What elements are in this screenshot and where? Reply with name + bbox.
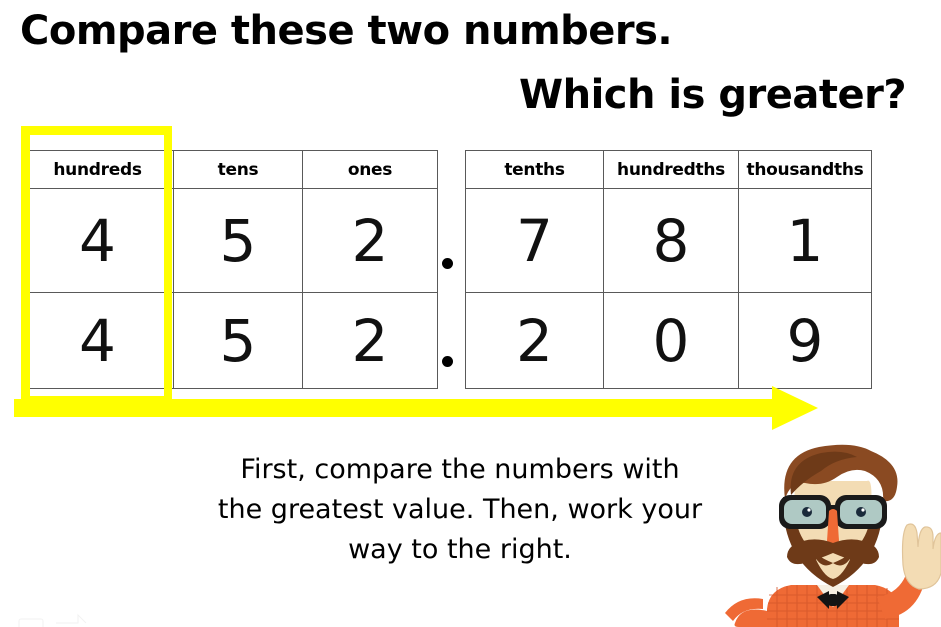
header-ones: ones [302,150,438,189]
decimal-point-number-2 [442,356,453,367]
digit-number-1-tenths: 7 [465,188,604,293]
table-row-number-2-whole: 4 5 2 [21,292,438,389]
digit-number-1-hundredths: 8 [603,188,739,293]
caption-line-3: way to the right. [348,533,572,565]
direction-arrow-right-icon [14,386,818,430]
digit-number-1-tens: 5 [173,188,303,293]
page-title-line-2: Which is greater? [519,72,907,118]
digit-number-2-ones: 2 [302,292,438,389]
instruction-caption: First, compare the numbers with the grea… [160,450,760,570]
table-row-number-1-whole: 4 5 2 [21,188,438,293]
table-row-number-2-decimal: 2 0 9 [465,292,872,389]
digit-number-1-hundreds: 4 [21,188,174,293]
digit-number-2-hundredths: 0 [603,292,739,389]
digit-number-1-thousandths: 1 [738,188,872,293]
digit-number-2-thousandths: 9 [738,292,872,389]
header-thousandths: thousandths [738,150,872,189]
bottom-left-faint-artifact [18,613,87,627]
table-row-number-1-decimal: 7 8 1 [465,188,872,293]
digit-number-1-ones: 2 [302,188,438,293]
header-tenths: tenths [465,150,604,189]
decimal-point-number-1 [442,258,453,269]
caption-line-2: the greatest value. Then, work your [217,493,703,525]
whole-header-row: hundreds tens ones [21,150,438,189]
header-hundredths: hundredths [603,150,739,189]
hipster-teacher-mascot-icon [725,444,941,627]
decimal-place-value-table: tenths hundredths thousandths 7 8 1 2 0 … [465,150,872,389]
decimal-header-row: tenths hundredths thousandths [465,150,872,189]
whole-number-place-value-table: hundreds tens ones 4 5 2 4 5 2 [21,150,438,389]
header-tens: tens [173,150,303,189]
header-hundreds: hundreds [21,150,174,189]
digit-number-2-hundreds: 4 [21,292,174,389]
page-title-line-1: Compare these two numbers. [20,8,673,54]
digit-number-2-tens: 5 [173,292,303,389]
digit-number-2-tenths: 2 [465,292,604,389]
caption-line-1: First, compare the numbers with [240,454,680,485]
